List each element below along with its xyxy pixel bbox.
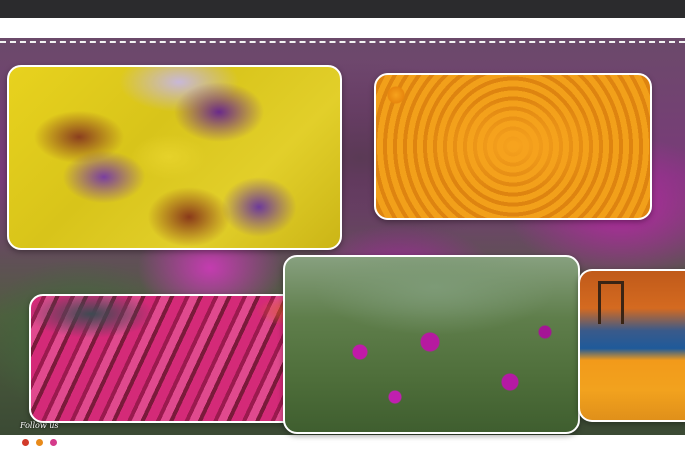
social-icon-red[interactable]: [22, 439, 29, 446]
orange-marigold-field-photo[interactable]: [374, 73, 652, 220]
social-icon-orange[interactable]: [36, 439, 44, 446]
mixed-chrysanthemum-bed-photo[interactable]: [7, 65, 342, 250]
social-icon-pink[interactable]: [50, 439, 58, 446]
dashed-divider: [0, 41, 685, 43]
marigold-garlands-stall-photo[interactable]: [578, 269, 685, 422]
social-icons: [22, 431, 62, 446]
pink-rose-garlands-photo[interactable]: [29, 294, 323, 423]
purple-globe-amaranth-photo[interactable]: [283, 255, 580, 434]
follow-us-label: Follow us: [20, 421, 59, 430]
top-navigation-bar: [0, 0, 685, 18]
